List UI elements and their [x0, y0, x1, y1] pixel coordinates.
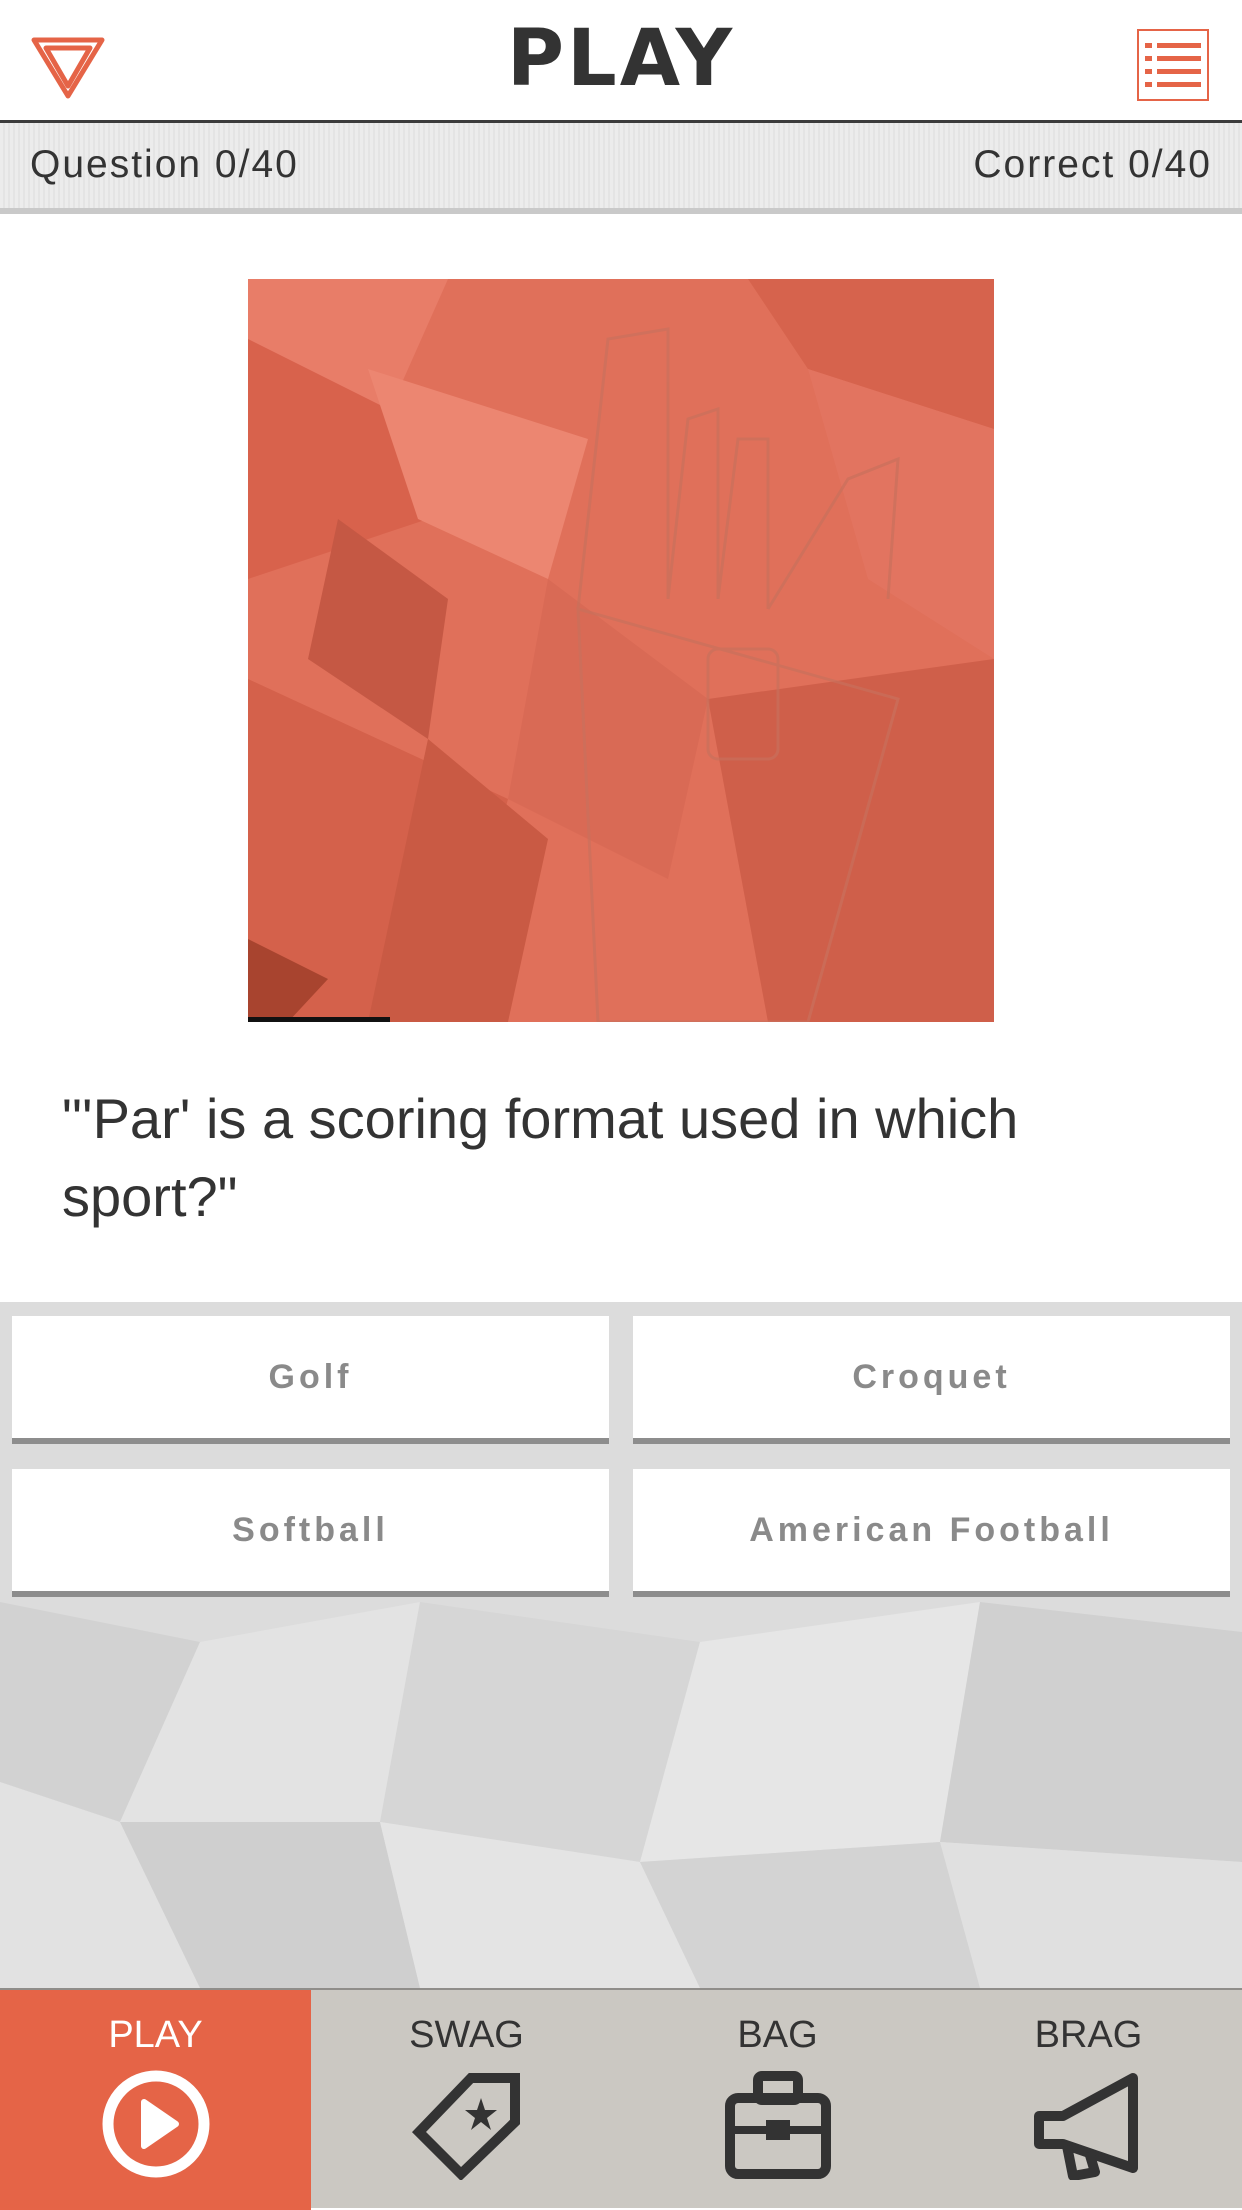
- answer-option-1[interactable]: Golf: [12, 1316, 609, 1444]
- tab-play[interactable]: PLAY: [0, 1990, 311, 2210]
- question-text: "'Par' is a scoring format used in which…: [62, 1087, 1019, 1228]
- tag-star-icon: [411, 2073, 520, 2180]
- answer-option-4[interactable]: American Football: [633, 1469, 1230, 1597]
- briefcase-icon: [725, 2071, 831, 2179]
- header-bar: PLAY: [0, 0, 1242, 123]
- bottom-tab-bar: PLAY SWAG BAG BRAG: [0, 1988, 1242, 2210]
- tab-swag[interactable]: SWAG: [311, 1990, 622, 2210]
- megaphone-icon: [1034, 2073, 1138, 2180]
- page-title: PLAY: [506, 14, 736, 104]
- play-circle-icon: [102, 2070, 210, 2178]
- question-counter: Question 0/40: [30, 143, 299, 186]
- list-menu-icon: [1145, 43, 1201, 87]
- answer-option-3[interactable]: Softball: [12, 1469, 609, 1597]
- tab-brag[interactable]: BRAG: [933, 1990, 1242, 2210]
- correct-counter: Correct 0/40: [973, 143, 1212, 186]
- tab-bag[interactable]: BAG: [622, 1990, 933, 2210]
- tab-label: SWAG: [409, 2014, 524, 2056]
- question-image: [248, 279, 994, 1022]
- menu-button[interactable]: [1137, 29, 1209, 101]
- tab-label: BAG: [737, 2014, 818, 2056]
- golf-bag-image: [248, 279, 994, 1022]
- tab-label: BRAG: [1034, 2014, 1143, 2056]
- tab-label: PLAY: [108, 2014, 203, 2056]
- score-bar: Question 0/40 Correct 0/40: [0, 123, 1242, 214]
- answers-panel: Golf Croquet Softball American Football: [0, 1302, 1242, 1988]
- timer-progress-bar: [248, 1017, 390, 1022]
- answer-option-2[interactable]: Croquet: [633, 1316, 1230, 1444]
